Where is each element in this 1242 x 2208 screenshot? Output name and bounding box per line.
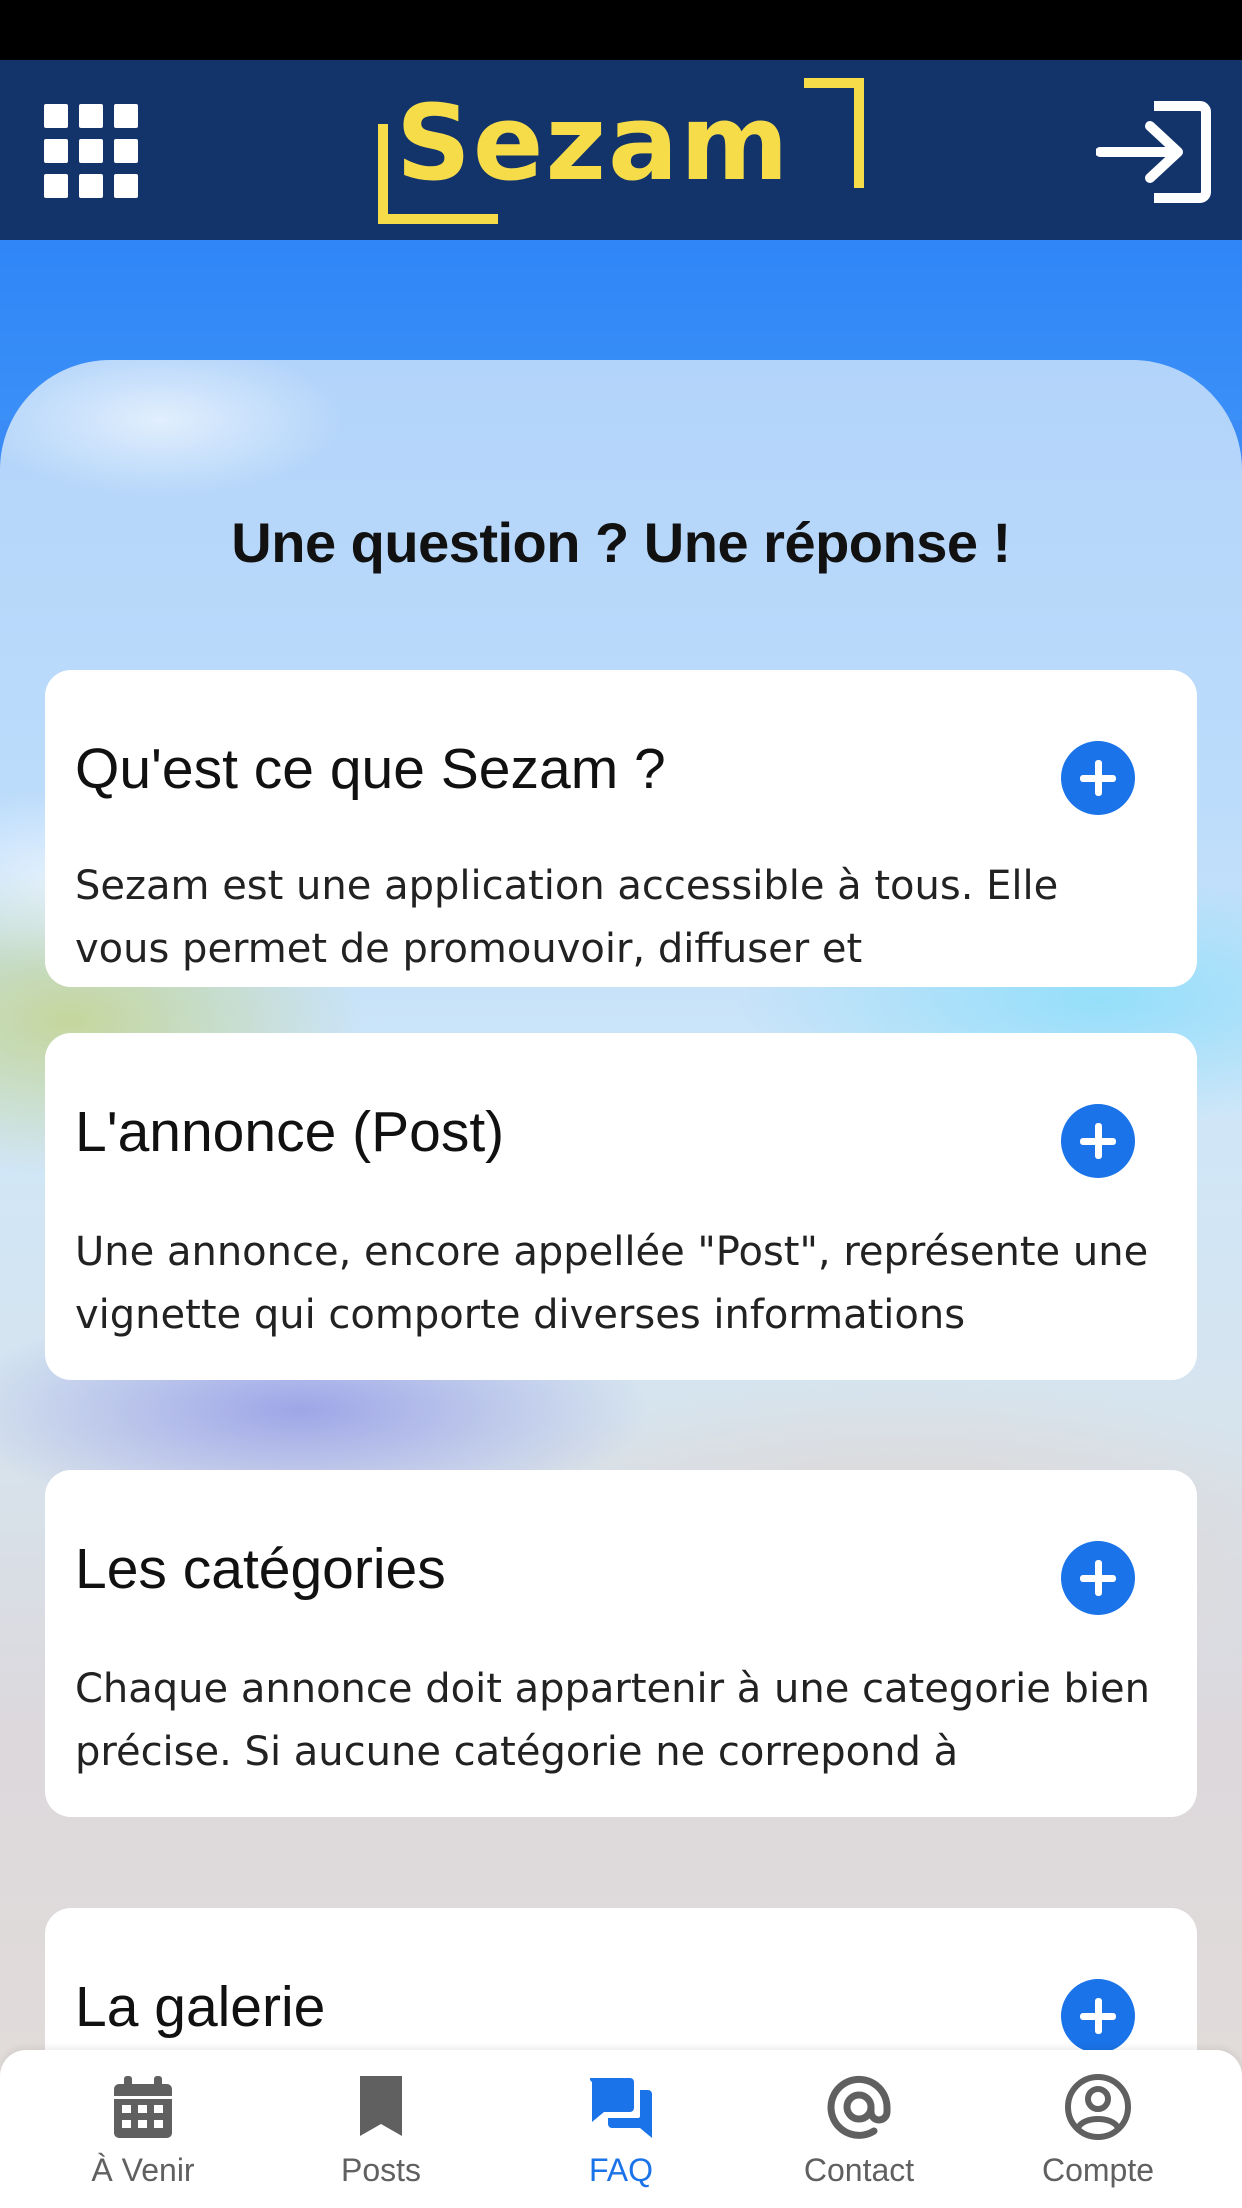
nav-label: À Venir	[91, 2152, 195, 2188]
faq-card-sezam[interactable]: Qu'est ce que Sezam ? Sezam est une appl…	[45, 670, 1197, 987]
faq-card-categories[interactable]: Les catégories Chaque annonce doit appar…	[45, 1470, 1197, 1817]
at-sign-icon	[827, 2075, 891, 2139]
calendar-icon	[114, 2076, 172, 2138]
faq-panel: Une question ? Une réponse ! Qu'est ce q…	[0, 360, 1242, 2120]
nav-label: Contact	[803, 2152, 915, 2188]
logo-text: Sezam	[396, 82, 791, 204]
nav-item-posts[interactable]: Posts	[281, 2072, 481, 2192]
nav-label: Posts	[340, 2152, 422, 2188]
faq-question: La galerie	[75, 1975, 326, 2039]
faq-question: L'annonce (Post)	[75, 1100, 505, 1164]
nav-label: Compte	[1041, 2152, 1155, 2188]
faq-answer: Chaque annonce doit appartenir à une cat…	[75, 1666, 1151, 1775]
faq-answer: Sezam est une application accessible à t…	[75, 863, 1059, 972]
forum-icon	[589, 2078, 652, 2138]
nav-item-contact[interactable]: Contact	[759, 2072, 959, 2192]
faq-question: Qu'est ce que Sezam ?	[75, 737, 666, 801]
nav-item-faq[interactable]: FAQ	[521, 2072, 721, 2192]
plus-circle-icon[interactable]	[1061, 1541, 1135, 1615]
bottom-nav: À Venir Posts FAQ Contact Compte	[0, 2050, 1242, 2208]
grid-menu-icon[interactable]	[44, 104, 138, 198]
bookmark-icon	[360, 2076, 402, 2136]
status-bar	[0, 0, 1242, 60]
sezam-logo: Sezam	[378, 76, 864, 226]
faq-answer: Une annonce, encore appellée "Post", rep…	[75, 1229, 1149, 1338]
nav-item-compte[interactable]: Compte	[998, 2072, 1198, 2192]
faq-card-annonce[interactable]: L'annonce (Post) Une annonce, encore app…	[45, 1033, 1197, 1380]
faq-question: Les catégories	[75, 1537, 446, 1601]
login-icon[interactable]	[1095, 100, 1212, 204]
page-title: Une question ? Une réponse !	[231, 511, 1011, 574]
nav-label: FAQ	[588, 2152, 653, 2188]
plus-circle-icon[interactable]	[1061, 1979, 1135, 2053]
plus-circle-icon[interactable]	[1061, 1104, 1135, 1178]
app-header: Sezam	[0, 60, 1242, 240]
plus-circle-icon[interactable]	[1061, 741, 1135, 815]
nav-item-a-venir[interactable]: À Venir	[43, 2072, 243, 2192]
account-circle-icon	[1065, 2074, 1131, 2140]
